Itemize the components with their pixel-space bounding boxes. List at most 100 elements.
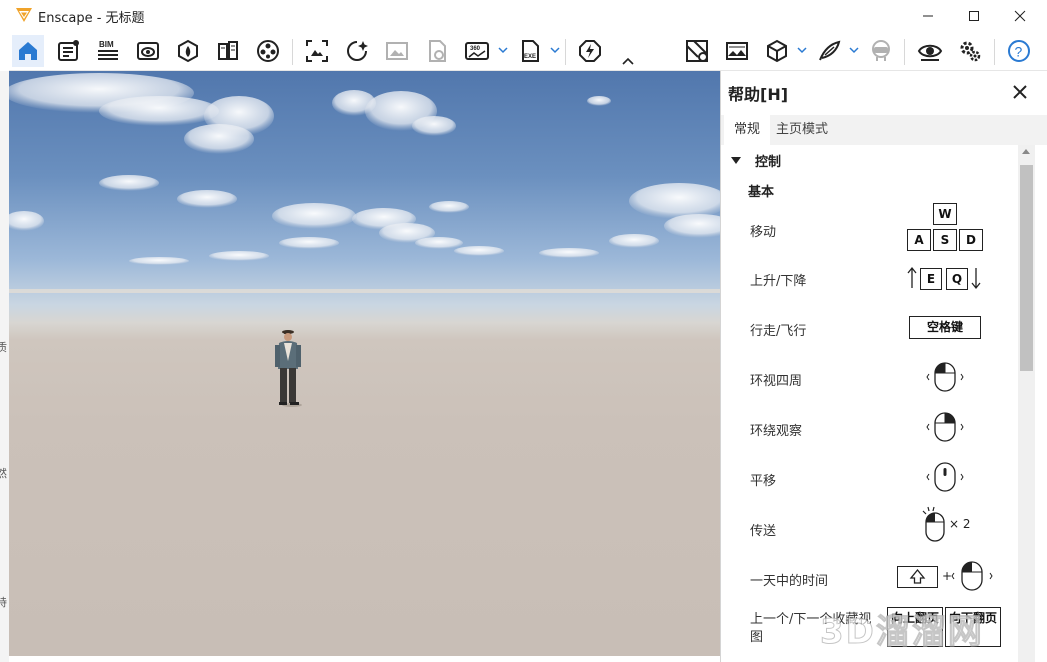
arrow-down-icon [971,268,981,290]
video-button[interactable] [252,35,284,67]
help-content: 控制 基本 移动 W A S D 上升/下降 E Q 行走/飞行 空格键 环视四… [721,145,1018,662]
background-text: 持 [0,596,7,609]
notes-button[interactable] [52,35,84,67]
toolbar-separator [292,39,293,65]
map-view-button[interactable] [681,35,713,67]
exe-export-icon: EXE [522,40,539,62]
row-label-orbit: 环绕观察 [750,424,803,439]
toolbar-separator [565,39,566,65]
maximize-button[interactable] [951,0,997,31]
help-scrollbar[interactable] [1018,145,1035,662]
image-export-button[interactable] [381,35,413,67]
panorama-icon: 360 [465,42,489,60]
web-standalone-button[interactable] [421,35,453,67]
section-controls[interactable]: 控制 [731,151,781,170]
atmosphere-button[interactable] [721,35,753,67]
help-tabs: 常规 主页模式 [721,115,1047,145]
asset-library-button[interactable] [172,35,204,67]
key-d: D [959,229,983,251]
asset-library-icon [178,39,198,63]
double-click-suffix: × 2 [949,517,971,531]
cube-button[interactable] [761,35,793,67]
row-label-time-of-day: 一天中的时间 [750,574,829,589]
home-icon [19,42,37,60]
batch-render-button[interactable] [341,35,373,67]
video-icon [257,40,279,62]
scene-render [9,73,720,407]
settings-button[interactable] [954,35,986,67]
subsection-basic: 基本 [748,185,775,200]
image-export-icon [386,42,408,60]
scrollbar-thumb[interactable] [1020,165,1033,371]
row-label-walk-fly: 行走/飞行 [750,324,807,339]
render-viewport[interactable] [9,71,720,656]
row-label-look-around: 环视四周 [750,374,803,389]
key-e: E [920,268,942,290]
mouse-scroll-icon [951,561,993,591]
chevron-up-icon[interactable] [621,56,635,66]
close-button[interactable] [997,0,1043,31]
exe-dropdown-icon[interactable] [550,45,560,55]
map-view-icon [686,40,708,62]
enscape-logo-icon [16,8,32,22]
web-standalone-icon [429,40,446,62]
help-panel-header: 帮助[H] [721,71,1047,115]
key-space: 空格键 [909,316,981,339]
shift-key-icon [897,566,938,588]
mouse-middle-button-icon [926,462,964,492]
screenshot-button[interactable] [301,35,333,67]
notes-icon [58,40,79,61]
view-button[interactable] [132,35,164,67]
mouse-left-button-icon [926,362,964,392]
background-text: 然 [0,467,7,480]
row-label-up-down: 上升/下降 [750,274,807,289]
vr-headset-button[interactable] [865,35,897,67]
cube-icon [767,39,787,63]
row-label-teleport: 传送 [750,524,777,539]
cube-dropdown-icon[interactable] [797,45,807,55]
maximize-icon [969,10,979,21]
vr-headset-icon [872,40,890,61]
mouse-right-button-icon [926,412,964,442]
svg-text:BIM: BIM [99,40,114,49]
tab-home-mode[interactable]: 主页模式 [766,115,838,145]
eye-icon [917,44,943,61]
live-update-icon [579,40,601,62]
help-icon: ? [1008,40,1030,62]
settings-icon [960,41,981,62]
bim-button[interactable]: BIM [92,35,124,67]
bim-icon: BIM [98,40,118,60]
tab-general[interactable]: 常规 [724,115,771,145]
feather-dropdown-icon[interactable] [849,45,859,55]
batch-render-icon [347,41,368,61]
watermark: 3D溜溜网 [820,612,984,653]
live-update-button[interactable] [574,35,606,67]
window-title: Enscape - 无标题 [38,11,145,26]
svg-text:EXE: EXE [524,54,536,60]
help-button[interactable]: ? [1003,35,1035,67]
feather-button[interactable] [813,35,845,67]
background-window-strip: 质 然 持 [0,71,9,662]
toolbar-separator [904,39,905,65]
screenshot-icon [306,40,328,62]
panorama-dropdown-icon[interactable] [498,45,508,55]
scroll-up-arrow-icon[interactable] [1022,149,1030,154]
key-w: W [933,203,957,225]
close-icon[interactable] [1009,81,1031,103]
title-bar: Enscape - 无标题 [0,0,1047,31]
toolbar-separator [994,39,995,65]
main-toolbar: BIM 360 EXE ? [9,31,1047,71]
row-label-move: 移动 [750,225,777,240]
key-a: A [907,229,931,251]
svg-text:360: 360 [470,46,481,52]
arrow-up-icon [907,266,917,288]
panorama-button[interactable]: 360 [461,35,493,67]
key-q: Q [946,268,968,290]
minimize-button[interactable] [905,0,951,31]
material-editor-button[interactable] [212,35,244,67]
help-panel-title: 帮助[H] [728,85,789,104]
visual-settings-button[interactable] [914,35,946,67]
exe-export-button[interactable]: EXE [514,35,546,67]
home-button[interactable] [12,35,44,67]
key-s: S [933,229,957,251]
